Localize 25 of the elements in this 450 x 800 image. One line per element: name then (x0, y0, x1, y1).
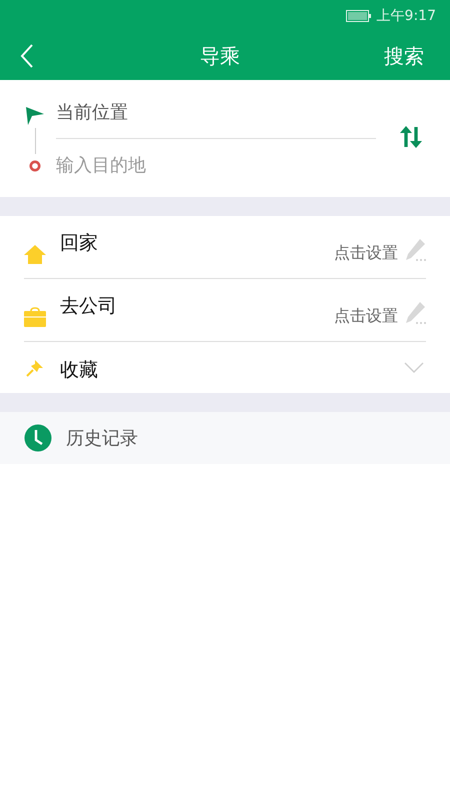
shortcut-label: 收藏 (60, 358, 99, 382)
status-time: 上午9:17 (376, 7, 436, 25)
battery-icon (346, 10, 372, 22)
screen-title: 导乘 (200, 42, 240, 70)
pencil-icon (404, 301, 426, 325)
shortcut-item[interactable]: 回家 点击设置 (24, 216, 426, 279)
house-icon (24, 244, 46, 264)
destination-field[interactable]: 输入目的地 (56, 145, 376, 186)
pencil-icon (404, 238, 426, 262)
location-arrow-icon (25, 106, 45, 126)
clock-icon (24, 424, 52, 452)
history-row[interactable]: 历史记录 (0, 412, 450, 464)
history-label: 历史记录 (66, 427, 138, 450)
briefcase-icon (24, 307, 46, 327)
swap-icon (400, 125, 422, 149)
shortcut-label: 去公司 (60, 294, 118, 319)
set-hint: 点击设置 (334, 242, 398, 264)
shortcut-label: 回家 (60, 231, 99, 256)
origin-field[interactable]: 当前位置 (56, 91, 376, 132)
shortcut-item[interactable]: 去公司 点击设置 (24, 279, 426, 342)
set-hint: 点击设置 (334, 306, 398, 326)
back-icon (20, 44, 34, 68)
pushpin-icon (26, 358, 44, 376)
destination-icon (29, 160, 41, 172)
shortcut-item[interactable]: 收藏 (24, 342, 426, 393)
